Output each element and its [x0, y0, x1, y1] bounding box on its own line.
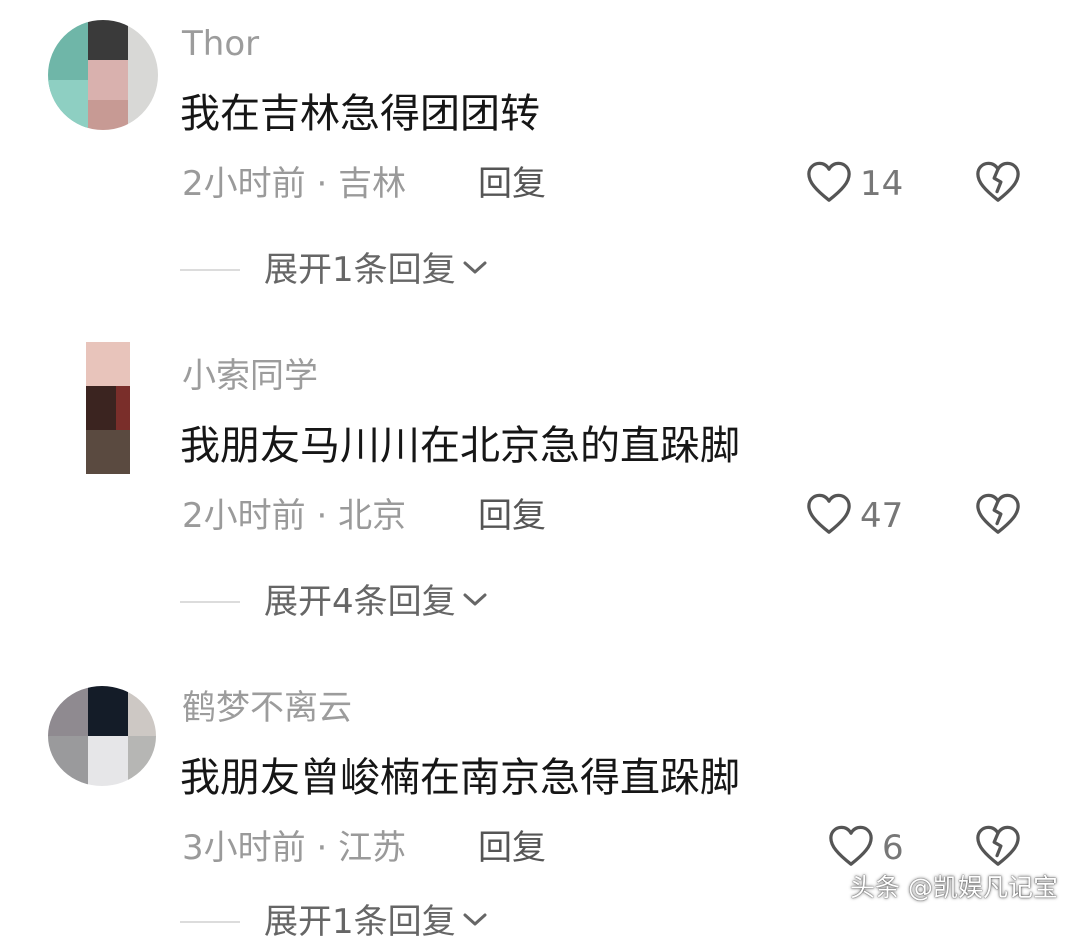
broken-heart-icon — [975, 493, 1021, 540]
dislike-button[interactable] — [975, 824, 1021, 872]
reply-button[interactable]: 回复 — [478, 499, 546, 533]
comment-text: 我在吉林急得团团转 — [180, 91, 540, 137]
comment-time: 2小时前 — [182, 164, 306, 204]
meta-separator: · — [305, 164, 339, 204]
divider-line — [180, 601, 240, 603]
comment-meta: 2小时前 · 北京 — [182, 499, 406, 533]
comment-location: 北京 — [338, 496, 407, 536]
heart-outline-icon — [806, 492, 852, 540]
dislike-button[interactable] — [975, 492, 1021, 540]
broken-heart-icon — [975, 161, 1021, 208]
comment-location: 江苏 — [338, 828, 407, 868]
meta-separator: · — [305, 496, 339, 536]
expand-replies-button[interactable]: 展开1条回复 — [180, 253, 488, 287]
comment-username[interactable]: 鹤梦不离云 — [182, 691, 352, 725]
dislike-button[interactable] — [975, 160, 1021, 208]
avatar[interactable] — [48, 20, 158, 130]
expand-replies-label: 展开1条回复 — [264, 250, 456, 290]
like-button[interactable]: 47 — [806, 492, 903, 540]
chevron-down-icon — [462, 591, 488, 613]
like-count: 14 — [860, 164, 904, 204]
divider-line — [180, 921, 240, 923]
divider-line — [180, 269, 240, 271]
like-count: 6 — [882, 828, 904, 868]
like-count: 47 — [860, 496, 904, 536]
meta-separator: · — [305, 828, 339, 868]
chevron-down-icon — [462, 911, 488, 933]
comment-meta: 2小时前 · 吉林 — [182, 167, 406, 201]
expand-replies-button[interactable]: 展开4条回复 — [180, 585, 488, 619]
expand-replies-button[interactable]: 展开1条回复 — [180, 905, 488, 939]
avatar[interactable] — [48, 686, 156, 786]
broken-heart-icon — [975, 825, 1021, 872]
comment-time: 3小时前 — [182, 828, 306, 868]
reply-button[interactable]: 回复 — [478, 831, 546, 865]
expand-replies-label: 展开4条回复 — [264, 582, 456, 622]
comment-text: 我朋友曾峻楠在南京急得直跺脚 — [180, 755, 740, 801]
comment-username[interactable]: 小索同学 — [182, 359, 318, 393]
like-button[interactable]: 6 — [828, 824, 904, 872]
chevron-down-icon — [462, 259, 488, 281]
heart-outline-icon — [828, 824, 874, 872]
avatar[interactable] — [86, 342, 130, 474]
comment-username[interactable]: Thor — [182, 27, 259, 61]
comment-text: 我朋友马川川在北京急的直跺脚 — [180, 423, 740, 469]
comment-meta: 3小时前 · 江苏 — [182, 831, 406, 865]
expand-replies-label: 展开1条回复 — [264, 902, 456, 942]
heart-outline-icon — [806, 160, 852, 208]
reply-button[interactable]: 回复 — [478, 167, 546, 201]
watermark: 头条 @凯娱凡记宝 — [850, 873, 1058, 902]
comment-time: 2小时前 — [182, 496, 306, 536]
like-button[interactable]: 14 — [806, 160, 903, 208]
comment-location: 吉林 — [338, 164, 407, 204]
